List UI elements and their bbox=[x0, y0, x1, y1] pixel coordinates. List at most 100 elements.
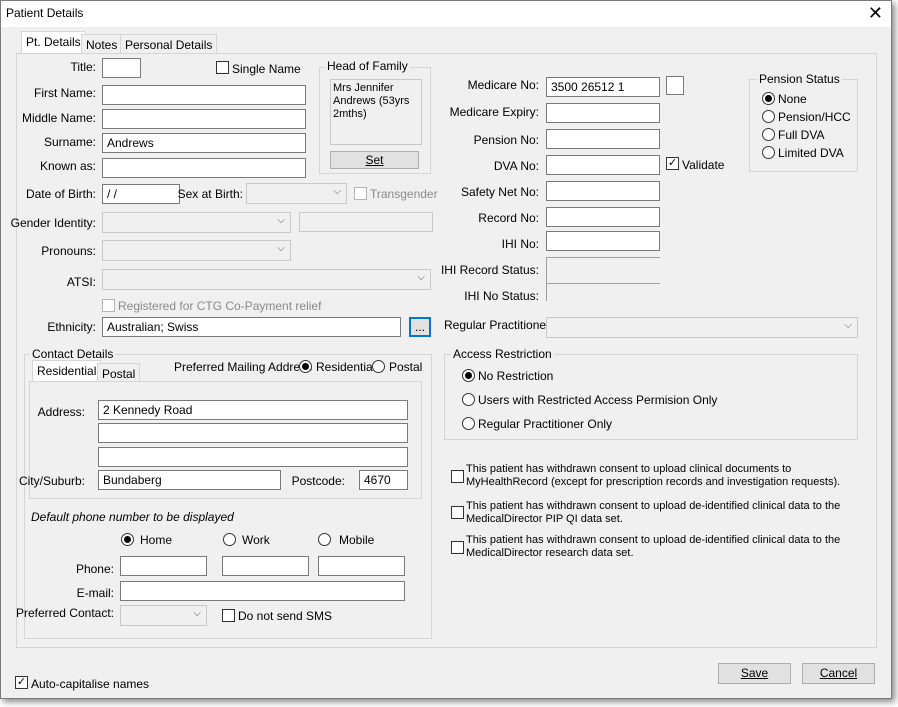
hof-line: 2mths) bbox=[333, 108, 367, 120]
dva-no-label: DVA No: bbox=[493, 159, 539, 173]
gender-identity-label: Gender Identity: bbox=[10, 216, 96, 230]
auto-capitalise-checkbox[interactable]: ✓ bbox=[15, 676, 28, 689]
set-label: Set bbox=[365, 153, 384, 167]
window-title: Patient Details bbox=[6, 6, 84, 20]
ihi-no-label: IHI No: bbox=[501, 237, 539, 251]
title-label: Title: bbox=[70, 60, 96, 74]
gender-identity-select[interactable]: ⌵ bbox=[102, 212, 291, 233]
chevron-down-icon: ⌵ bbox=[193, 608, 201, 619]
regular-practitioner-select[interactable]: ⌵ bbox=[546, 317, 858, 338]
medicare-no-input[interactable]: 3500 26512 1 bbox=[546, 77, 660, 97]
phone-mobile-radio[interactable] bbox=[318, 533, 331, 546]
consent-line: MedicalDirector PIP QI data set. bbox=[466, 513, 623, 525]
ihi-record-status-label: IHI Record Status: bbox=[440, 263, 539, 277]
known-as-input[interactable] bbox=[102, 158, 306, 178]
preferred-contact-label: Preferred Contact: bbox=[15, 606, 114, 620]
tab-label: Personal Details bbox=[125, 38, 213, 52]
email-input[interactable] bbox=[120, 581, 405, 601]
mailing-postal-label: Postal bbox=[389, 360, 423, 374]
atsi-label: ATSI: bbox=[66, 275, 96, 289]
cancel-button[interactable]: Cancel bbox=[802, 663, 875, 684]
address-line-1-input[interactable]: 2 Kennedy Road bbox=[98, 400, 408, 420]
ctg-checkbox[interactable] bbox=[102, 299, 115, 312]
home-phone-input[interactable] bbox=[120, 556, 207, 576]
city-label: City/Suburb: bbox=[18, 474, 85, 488]
auto-capitalise-label: Auto-capitalise names bbox=[31, 677, 150, 691]
tab-pt-details[interactable]: Pt. Details bbox=[21, 31, 86, 54]
ihi-no-input[interactable] bbox=[546, 231, 660, 251]
middle-name-label: Middle Name: bbox=[21, 111, 96, 125]
surname-input[interactable]: Andrews bbox=[102, 133, 306, 153]
tab-postal[interactable]: Postal bbox=[97, 363, 141, 383]
phone-work-radio[interactable] bbox=[223, 533, 236, 546]
mailing-residential-radio[interactable] bbox=[299, 360, 312, 373]
sex-select[interactable]: ⌵ bbox=[246, 183, 347, 204]
tab-notes[interactable]: Notes bbox=[81, 34, 123, 54]
surname-label: Surname: bbox=[43, 135, 96, 149]
single-name-checkbox[interactable] bbox=[216, 61, 229, 74]
gender-identity-other-input[interactable] bbox=[299, 212, 433, 232]
pension-no-input[interactable] bbox=[546, 129, 660, 149]
validate-label: Validate bbox=[682, 158, 725, 172]
set-head-of-family-button[interactable]: Set bbox=[330, 151, 419, 169]
access-none-radio[interactable] bbox=[462, 369, 475, 382]
close-icon[interactable]: ✕ bbox=[868, 3, 883, 23]
dva-no-input[interactable] bbox=[546, 155, 660, 175]
access-practitioner-radio[interactable] bbox=[462, 417, 475, 430]
address-line-2-input[interactable] bbox=[98, 423, 408, 443]
address-label: Address: bbox=[37, 405, 85, 419]
dob-input[interactable]: / / bbox=[102, 184, 180, 204]
head-of-family-title: Head of Family bbox=[325, 59, 410, 73]
pension-limited-dva-radio[interactable] bbox=[762, 146, 775, 159]
head-of-family-box: Mrs Jennifer Andrews (53yrs 2mths) bbox=[330, 79, 422, 145]
medicare-irn-input[interactable] bbox=[666, 76, 684, 95]
pension-hcc-radio[interactable] bbox=[762, 110, 775, 123]
consent-pipqi-label: This patient has withdrawn consent to up… bbox=[466, 500, 840, 526]
pronouns-select[interactable]: ⌵ bbox=[102, 240, 291, 261]
access-restricted-radio[interactable] bbox=[462, 393, 475, 406]
mobile-phone-input[interactable] bbox=[318, 556, 405, 576]
access-practitioner-label: Regular Practitioner Only bbox=[478, 417, 613, 431]
consent-research-label: This patient has withdrawn consent to up… bbox=[466, 534, 840, 560]
postcode-input[interactable]: 4670 bbox=[359, 470, 408, 490]
ethnicity-input[interactable]: Australian; Swiss bbox=[102, 317, 401, 337]
consent-line: This patient has withdrawn consent to up… bbox=[466, 534, 841, 546]
phone-work-label: Work bbox=[242, 533, 270, 547]
ethnicity-picker-button[interactable]: ... bbox=[409, 317, 431, 337]
consent-research-checkbox[interactable] bbox=[451, 541, 464, 554]
tab-residential[interactable]: Residential bbox=[32, 360, 102, 383]
city-input[interactable]: Bundaberg bbox=[98, 470, 281, 490]
title-input[interactable] bbox=[102, 58, 141, 78]
consent-mhr-checkbox[interactable] bbox=[451, 470, 464, 483]
save-button[interactable]: Save bbox=[718, 663, 791, 684]
tab-personal-details[interactable]: Personal Details bbox=[120, 34, 218, 54]
transgender-checkbox[interactable] bbox=[354, 187, 367, 200]
pension-full-dva-radio[interactable] bbox=[762, 128, 775, 141]
chevron-down-icon: ⌵ bbox=[277, 243, 285, 254]
no-sms-checkbox[interactable] bbox=[222, 609, 235, 622]
chevron-down-icon: ⌵ bbox=[333, 186, 341, 197]
validate-checkbox[interactable]: ✓ bbox=[666, 157, 679, 170]
known-as-label: Known as: bbox=[39, 159, 96, 173]
safety-net-input[interactable] bbox=[546, 181, 660, 201]
medicare-expiry-input[interactable] bbox=[546, 103, 660, 123]
first-name-input[interactable] bbox=[102, 85, 306, 105]
email-label: E-mail: bbox=[76, 586, 114, 600]
mailing-postal-radio[interactable] bbox=[372, 360, 385, 373]
consent-pipqi-checkbox[interactable] bbox=[451, 506, 464, 519]
consent-line: This patient has withdrawn consent to up… bbox=[466, 500, 841, 512]
consent-line: MedicalDirector research data set. bbox=[466, 547, 634, 559]
chevron-down-icon: ⌵ bbox=[277, 215, 285, 226]
record-no-input[interactable] bbox=[546, 207, 660, 227]
middle-name-input[interactable] bbox=[102, 109, 306, 129]
work-phone-input[interactable] bbox=[222, 556, 309, 576]
hof-line: Andrews (53yrs bbox=[333, 95, 410, 107]
atsi-select[interactable]: ⌵ bbox=[102, 269, 431, 290]
preferred-contact-select[interactable]: ⌵ bbox=[120, 605, 207, 626]
ihi-no-status-value bbox=[546, 283, 660, 301]
access-restricted-label: Users with Restricted Access Permision O… bbox=[478, 393, 718, 407]
pension-status-title: Pension Status bbox=[757, 72, 842, 86]
address-line-3-input[interactable] bbox=[98, 447, 408, 467]
pension-none-radio[interactable] bbox=[762, 92, 775, 105]
phone-home-radio[interactable] bbox=[121, 533, 134, 546]
